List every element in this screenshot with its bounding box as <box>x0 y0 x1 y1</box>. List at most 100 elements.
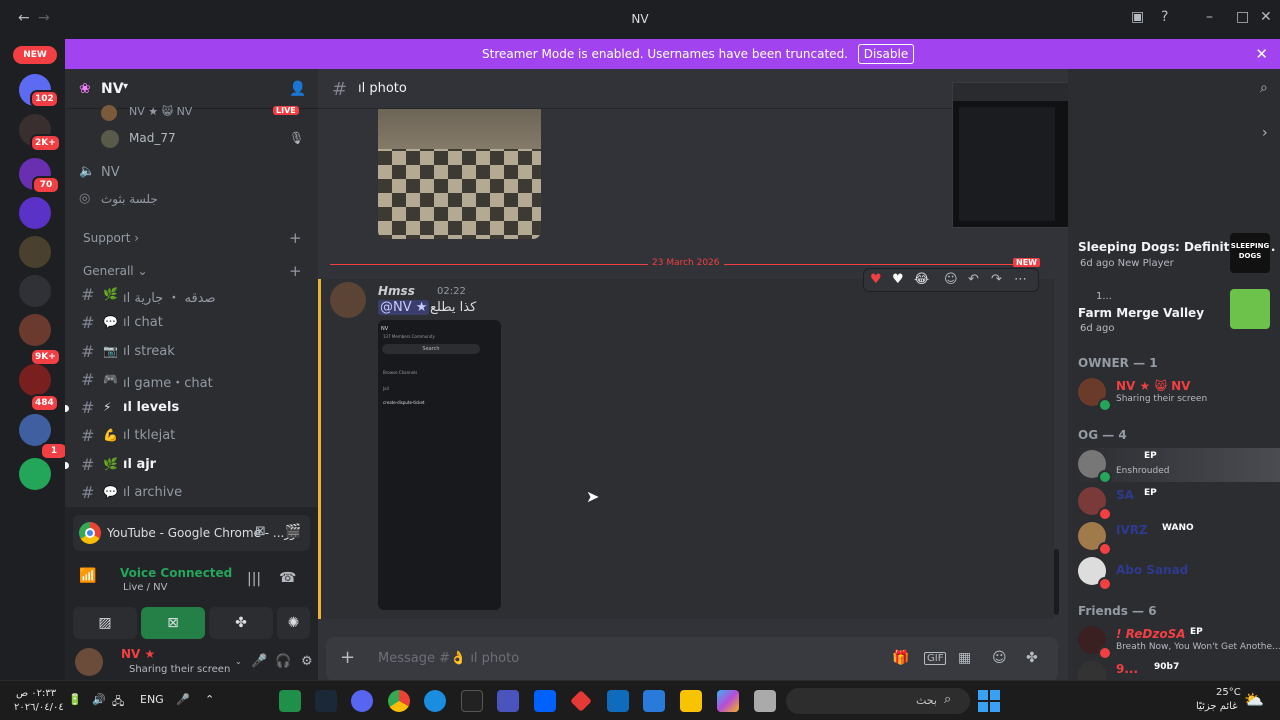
taskbar-search[interactable]: بحث ⌕ <box>786 688 970 714</box>
channel-item[interactable]: # ⚡ ıl levels <box>65 395 309 421</box>
help-icon[interactable]: ? <box>1161 9 1168 25</box>
user-mention[interactable]: @NV ★ <box>378 300 430 315</box>
maximize-icon[interactable]: □ <box>1236 9 1249 25</box>
channel-item[interactable]: # 💬 ıl chat <box>73 310 309 336</box>
photo-attachment[interactable] <box>378 109 541 239</box>
discord-icon[interactable] <box>351 690 373 712</box>
channel-item[interactable]: # 📷 ıl streak <box>73 339 309 365</box>
store-icon[interactable] <box>643 690 665 712</box>
message-input[interactable]: Message #👌 ıl photo <box>378 651 519 666</box>
headphones-icon[interactable]: 🎧 <box>275 654 291 669</box>
channel-item[interactable]: # 💬 ıl archive <box>73 480 309 506</box>
minimize-icon[interactable]: – <box>1206 9 1213 25</box>
emoji-icon[interactable]: ☺ <box>992 650 1007 666</box>
weather-text[interactable]: غائم جزئيًا <box>1196 701 1237 712</box>
add-channel-icon[interactable]: + <box>289 262 302 280</box>
channel-item[interactable]: # 💪 ıl tklejat <box>73 423 309 449</box>
apps-icon[interactable]: ✤ <box>1026 650 1038 666</box>
stop-stream-icon[interactable]: ⊠ <box>255 524 266 539</box>
noise-suppression-icon[interactable]: ||| <box>247 571 261 587</box>
server-icon[interactable] <box>19 364 51 396</box>
member-item[interactable]: NV ★ 😸 NV Sharing their screen <box>1072 376 1280 412</box>
clock-time[interactable]: ٠٢:٣٣ ص <box>16 688 56 699</box>
server-icon[interactable] <box>19 314 51 346</box>
screen-share-button[interactable]: ⊠ <box>141 607 205 639</box>
voice-channel-path[interactable]: Live / NV <box>123 582 167 593</box>
white-heart-reaction-icon[interactable]: ♥ <box>892 272 904 287</box>
language-indicator[interactable]: ENG <box>140 693 164 706</box>
chrome-icon[interactable] <box>388 690 410 712</box>
server-icon[interactable] <box>19 197 51 229</box>
voice-status[interactable]: Voice Connected <box>120 566 232 580</box>
member-item[interactable]: ! ReDzoSA EP Breath Now, You Won't Get A… <box>1072 624 1280 660</box>
sticker-icon[interactable]: ▦ <box>958 650 971 666</box>
member-item[interactable]: 9... 90b7 <box>1072 659 1280 680</box>
server-icon[interactable] <box>19 458 51 490</box>
add-attachment-icon[interactable]: + <box>340 647 355 668</box>
search-icon[interactable]: ⌕ <box>1260 80 1268 96</box>
message-author[interactable]: Hmss <box>378 284 415 298</box>
windows-start-icon[interactable] <box>978 690 1000 712</box>
dropbox-icon[interactable] <box>534 690 556 712</box>
scrollbar[interactable] <box>1054 549 1059 615</box>
channel-item[interactable]: # 🌿 ıl صدقه ・ جارية <box>73 282 309 308</box>
epic-games-icon[interactable] <box>461 690 483 712</box>
activities-button[interactable]: ✤ <box>209 607 273 639</box>
category-general[interactable]: Generall ⌄ + <box>83 262 303 280</box>
server-icon[interactable] <box>19 236 51 268</box>
channel-item[interactable]: # 🎮 ıl game・chat <box>73 367 309 393</box>
member-item[interactable]: EP Enshrouded <box>1072 448 1280 484</box>
member-item[interactable]: SA EP <box>1072 485 1280 521</box>
message-composer[interactable]: + Message #👌 ıl photo 🎁 GIF ▦ ☺ ✤ <box>326 637 1058 681</box>
add-channel-icon[interactable]: + <box>289 229 302 247</box>
channel-item[interactable]: # 🌿 ıl ajr <box>65 452 309 478</box>
voice-user[interactable]: Mad_77 🎙 <box>101 129 311 149</box>
xbox-app-icon[interactable] <box>279 690 301 712</box>
activity-card[interactable]: Sleeping Dogs: Definitive E... 6d ago Ne… <box>1068 233 1280 281</box>
forward-icon[interactable]: ↷ <box>991 272 1002 287</box>
screenshot-attachment[interactable]: NV 137 Members Community Search Browse C… <box>378 320 501 610</box>
voice-user[interactable]: NV ★ 😸 NV LIVE <box>101 103 311 123</box>
heart-reaction-icon[interactable]: ♥ <box>870 272 882 287</box>
battery-icon[interactable]: 🔋 <box>68 693 82 706</box>
member-item[interactable]: IVRZ WANO <box>1072 520 1280 556</box>
disable-button[interactable]: Disable <box>858 44 914 64</box>
activity-card[interactable]: 1... Farm Merge Valley 6d ago <box>1068 287 1280 335</box>
clock-date[interactable]: ٢٠٢٦/٠٤/٠٤ <box>14 702 64 713</box>
volume-icon[interactable]: 🔊 <box>92 693 106 706</box>
camera-off-button[interactable]: ▨ <box>73 607 137 639</box>
add-friend-icon[interactable]: 👤 <box>289 81 306 97</box>
close-icon[interactable]: ✕ <box>1260 9 1272 25</box>
soundboard-button[interactable]: ✺ <box>277 607 310 639</box>
server-icon[interactable] <box>19 275 51 307</box>
signal-icon[interactable]: 📶 <box>79 568 96 584</box>
avatar[interactable] <box>75 648 103 676</box>
voice-channel[interactable]: ◎ جلسة بثوث <box>79 190 309 212</box>
voice-channel[interactable]: 🔈 NV <box>79 163 309 185</box>
app-icon[interactable] <box>570 690 592 712</box>
reply-icon[interactable]: ↶ <box>968 272 979 287</box>
copilot-icon[interactable] <box>717 690 739 712</box>
mic-icon[interactable]: 🎤 <box>176 693 190 706</box>
more-icon[interactable]: ⋯ <box>1014 272 1027 287</box>
edge-icon[interactable] <box>424 690 446 712</box>
gif-icon[interactable]: GIF <box>924 652 947 665</box>
member-item[interactable]: Abo Sanad <box>1072 555 1280 591</box>
mic-icon[interactable]: 🎤 <box>251 654 267 669</box>
weather-icon[interactable]: ⛅ <box>1244 690 1264 709</box>
file-explorer-icon[interactable] <box>680 690 702 712</box>
disconnect-icon[interactable]: ☎ <box>279 570 296 586</box>
stream-preview[interactable]: YouTube - Google Chrome - ...ور ⊠ 🎬 <box>73 515 310 551</box>
settings-icon[interactable]: ⚙ <box>301 654 313 669</box>
chevron-up-icon[interactable]: ⌃ <box>205 693 214 706</box>
network-icon[interactable]: 🖧 <box>112 693 124 712</box>
category-support[interactable]: Support › + <box>83 229 303 247</box>
weather-temp[interactable]: 25°C <box>1216 687 1241 698</box>
inbox-icon[interactable]: ▣ <box>1131 9 1144 25</box>
avatar[interactable] <box>330 282 366 318</box>
laugh-reaction-icon[interactable]: 😂 <box>914 272 929 287</box>
app-icon[interactable] <box>754 690 776 712</box>
stream-settings-icon[interactable]: 🎬 <box>285 524 301 539</box>
steam-icon[interactable] <box>315 690 337 712</box>
chevron-right-icon[interactable]: › <box>1262 125 1268 141</box>
